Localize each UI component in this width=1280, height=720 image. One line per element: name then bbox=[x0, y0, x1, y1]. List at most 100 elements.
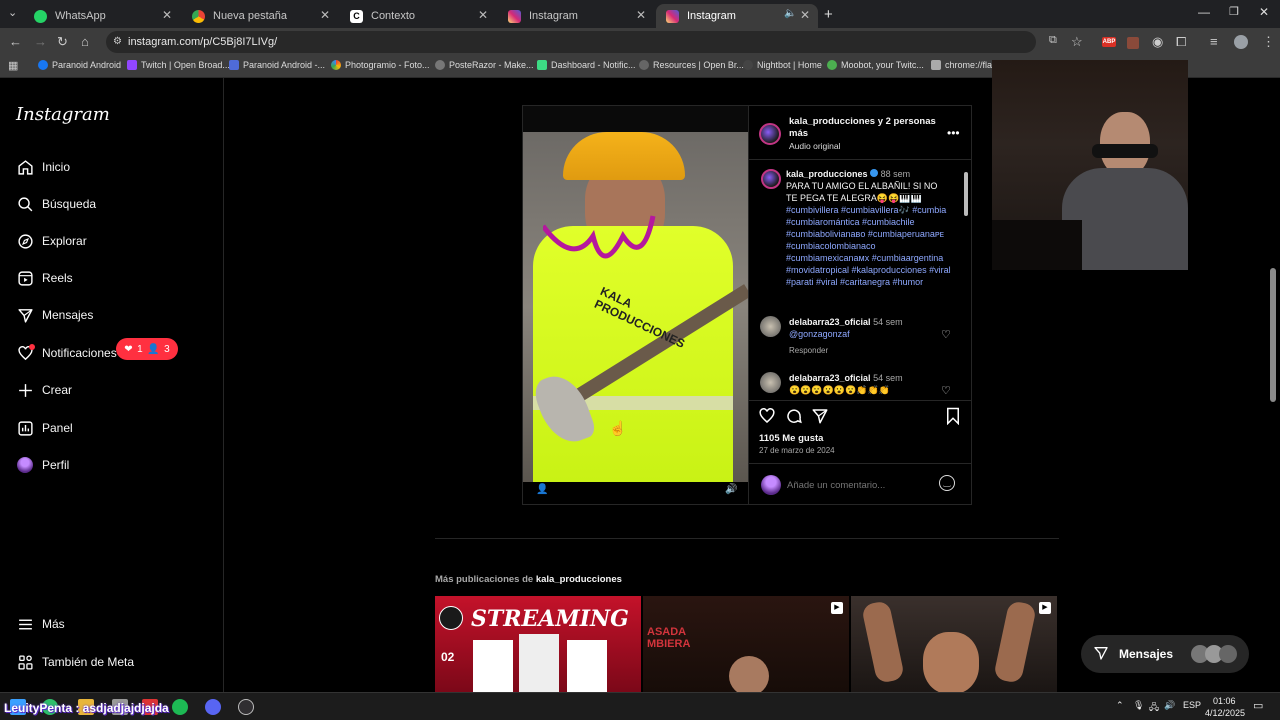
tray-chevron-icon[interactable]: ⌃ bbox=[1116, 700, 1124, 711]
bookmark-label: Twitch | Open Broad... bbox=[141, 60, 230, 70]
sidebar-item-inicio[interactable]: Inicio bbox=[16, 155, 70, 179]
extension-icon[interactable] bbox=[1127, 37, 1139, 49]
new-tab-icon[interactable]: + bbox=[824, 6, 833, 23]
tab-search-icon[interactable]: ⌄ bbox=[8, 6, 17, 19]
close-window-icon[interactable]: ✕ bbox=[1259, 5, 1269, 19]
page-scrollbar-thumb[interactable] bbox=[1270, 268, 1276, 402]
discord-icon[interactable] bbox=[205, 699, 221, 715]
post-video[interactable]: KALA PRODUCCIONES 👤 🔊 ☝ bbox=[523, 106, 748, 504]
messages-floating-button[interactable]: Mensajes bbox=[1081, 635, 1249, 673]
instagram-logo[interactable]: Instagram bbox=[16, 104, 110, 125]
apps-grid-icon[interactable]: ▦ bbox=[8, 59, 18, 72]
comment-input[interactable] bbox=[787, 477, 927, 493]
like-icon[interactable] bbox=[758, 407, 776, 430]
post-header-users[interactable]: kala_producciones y 2 personas más bbox=[789, 116, 939, 140]
author-avatar[interactable] bbox=[759, 123, 781, 145]
sidebar-item-crear[interactable]: Crear bbox=[16, 378, 72, 402]
bookmark-item[interactable]: Twitch | Open Broad... bbox=[127, 60, 230, 70]
sidebar-item-meta[interactable]: También de Meta bbox=[16, 650, 134, 674]
adblock-icon[interactable]: ABP bbox=[1102, 37, 1116, 47]
minimize-icon[interactable]: — bbox=[1198, 5, 1210, 19]
language-indicator[interactable]: ESP bbox=[1183, 700, 1201, 710]
extensions-puzzle-icon[interactable]: ⧠ bbox=[1176, 34, 1186, 50]
tab-contexto[interactable]: C Contexto ✕ bbox=[340, 4, 496, 28]
save-bookmark-icon[interactable] bbox=[945, 407, 961, 430]
home-button-icon[interactable]: ⌂ bbox=[81, 34, 89, 49]
tagged-user-icon[interactable]: 👤 bbox=[536, 484, 548, 495]
cast-icon[interactable]: ⧉ bbox=[1049, 34, 1057, 47]
bookmark-item[interactable]: Photogramio - Foto... bbox=[331, 60, 430, 70]
more-post-thumbnail[interactable]: ▶ bbox=[851, 596, 1057, 694]
clock-time[interactable]: 01:06 bbox=[1213, 696, 1236, 706]
notifications-badge[interactable]: ❤ 1 👤 3 bbox=[116, 338, 178, 360]
comment-like-icon[interactable]: ♡ bbox=[941, 328, 951, 341]
more-options-icon[interactable]: ••• bbox=[947, 126, 960, 140]
comment-icon[interactable] bbox=[785, 407, 803, 430]
close-tab-icon[interactable]: ✕ bbox=[162, 8, 172, 22]
sidebar-item-mensajes[interactable]: Mensajes bbox=[16, 303, 93, 327]
spotify-icon[interactable] bbox=[172, 699, 188, 715]
bookmark-item[interactable]: Dashboard - Notific... bbox=[537, 60, 636, 70]
more-post-thumbnail[interactable]: ASADA MBIERA ▶ bbox=[643, 596, 849, 694]
instagram-icon bbox=[666, 9, 679, 23]
bookmark-item[interactable]: Resources | Open Br... bbox=[639, 60, 744, 70]
caption-avatar[interactable] bbox=[761, 169, 781, 189]
speaker-icon[interactable]: 🔈 bbox=[784, 8, 796, 19]
emoji-picker-icon[interactable]: ‿ bbox=[939, 475, 955, 491]
chart-icon bbox=[16, 419, 34, 437]
close-tab-icon[interactable]: ✕ bbox=[320, 8, 330, 22]
reply-button[interactable]: Responder bbox=[789, 346, 828, 355]
comment-like-icon[interactable]: ♡ bbox=[941, 384, 951, 397]
sidebar-item-busqueda[interactable]: Búsqueda bbox=[16, 192, 96, 216]
back-icon[interactable]: ← bbox=[9, 34, 22, 49]
restore-icon[interactable]: ❐ bbox=[1229, 5, 1239, 18]
comment-avatar[interactable] bbox=[760, 372, 781, 393]
tab-instagram[interactable]: Instagram ✕ bbox=[498, 4, 654, 28]
comments-scrollbar[interactable] bbox=[964, 172, 968, 216]
sidebar-item-mas[interactable]: Más bbox=[16, 612, 65, 636]
extension-icon[interactable]: ◉ bbox=[1152, 34, 1163, 50]
more-posts-user[interactable]: kala_producciones bbox=[536, 574, 622, 585]
network-icon[interactable]: 🖧 bbox=[1149, 700, 1159, 716]
clock-date[interactable]: 4/12/2025 bbox=[1205, 708, 1245, 718]
bookmark-item[interactable]: Paranoid Android bbox=[38, 60, 121, 70]
volume-icon[interactable]: 🔊 bbox=[725, 484, 737, 495]
media-control-icon[interactable]: ≡ bbox=[1210, 34, 1218, 49]
tab-whatsapp[interactable]: WhatsApp ✕ bbox=[24, 4, 180, 28]
audio-label[interactable]: Audio original bbox=[789, 141, 841, 151]
comment-avatar[interactable] bbox=[760, 316, 781, 337]
site-info-icon[interactable]: ⚙ bbox=[113, 31, 122, 53]
tab-instagram-active[interactable]: Instagram 🔈 ✕ bbox=[656, 4, 818, 28]
sidebar-item-reels[interactable]: Reels bbox=[16, 266, 73, 290]
obs-icon[interactable] bbox=[238, 699, 254, 715]
sidebar-item-perfil[interactable]: Perfil bbox=[16, 453, 69, 477]
comment-user[interactable]: delabarra23_oficial bbox=[789, 373, 871, 383]
comment-user[interactable]: delabarra23_oficial bbox=[789, 317, 871, 327]
close-tab-icon[interactable]: ✕ bbox=[800, 8, 810, 22]
bookmark-item[interactable]: Moobot, your Twitc... bbox=[827, 60, 924, 70]
sidebar-item-notificaciones[interactable]: Notificaciones bbox=[16, 341, 117, 365]
sidebar-item-panel[interactable]: Panel bbox=[16, 416, 73, 440]
tab-nueva-pestana[interactable]: Nueva pestaña ✕ bbox=[182, 4, 338, 28]
close-tab-icon[interactable]: ✕ bbox=[478, 8, 488, 22]
profile-avatar[interactable] bbox=[1234, 35, 1248, 49]
close-tab-icon[interactable]: ✕ bbox=[636, 8, 646, 22]
forward-icon[interactable]: → bbox=[34, 34, 47, 49]
bookmark-item[interactable]: PosteRazor - Make... bbox=[435, 60, 534, 70]
more-post-thumbnail[interactable]: STREAMING 02 bbox=[435, 596, 641, 694]
share-icon[interactable] bbox=[811, 407, 829, 430]
notifications-center-icon[interactable]: ▭ bbox=[1253, 699, 1263, 712]
address-bar-input[interactable]: ⚙ instagram.com/p/C5Bj8I7LIVg/ bbox=[106, 31, 1036, 53]
bookmark-star-icon[interactable]: ☆ bbox=[1071, 34, 1083, 50]
bookmark-item[interactable]: Paranoid Android -... bbox=[229, 60, 325, 70]
caption-author[interactable]: kala_producciones bbox=[786, 169, 868, 179]
microphone-icon[interactable]: 🎙 bbox=[1133, 700, 1144, 711]
caption-hashtags[interactable]: #cumbivillera #cumbiavillera🎶 #cumbia #c… bbox=[786, 205, 951, 287]
likes-count[interactable]: 1105 Me gusta bbox=[759, 433, 823, 444]
reload-icon[interactable]: ↻ bbox=[57, 34, 68, 50]
comment-text[interactable]: @gonzagonzaf bbox=[789, 329, 850, 339]
volume-tray-icon[interactable]: 🔊 bbox=[1164, 700, 1175, 711]
sidebar-item-explorar[interactable]: Explorar bbox=[16, 229, 87, 253]
bookmark-item[interactable]: Nightbot | Home bbox=[743, 60, 822, 70]
menu-kebab-icon[interactable]: ⋮ bbox=[1262, 34, 1275, 50]
